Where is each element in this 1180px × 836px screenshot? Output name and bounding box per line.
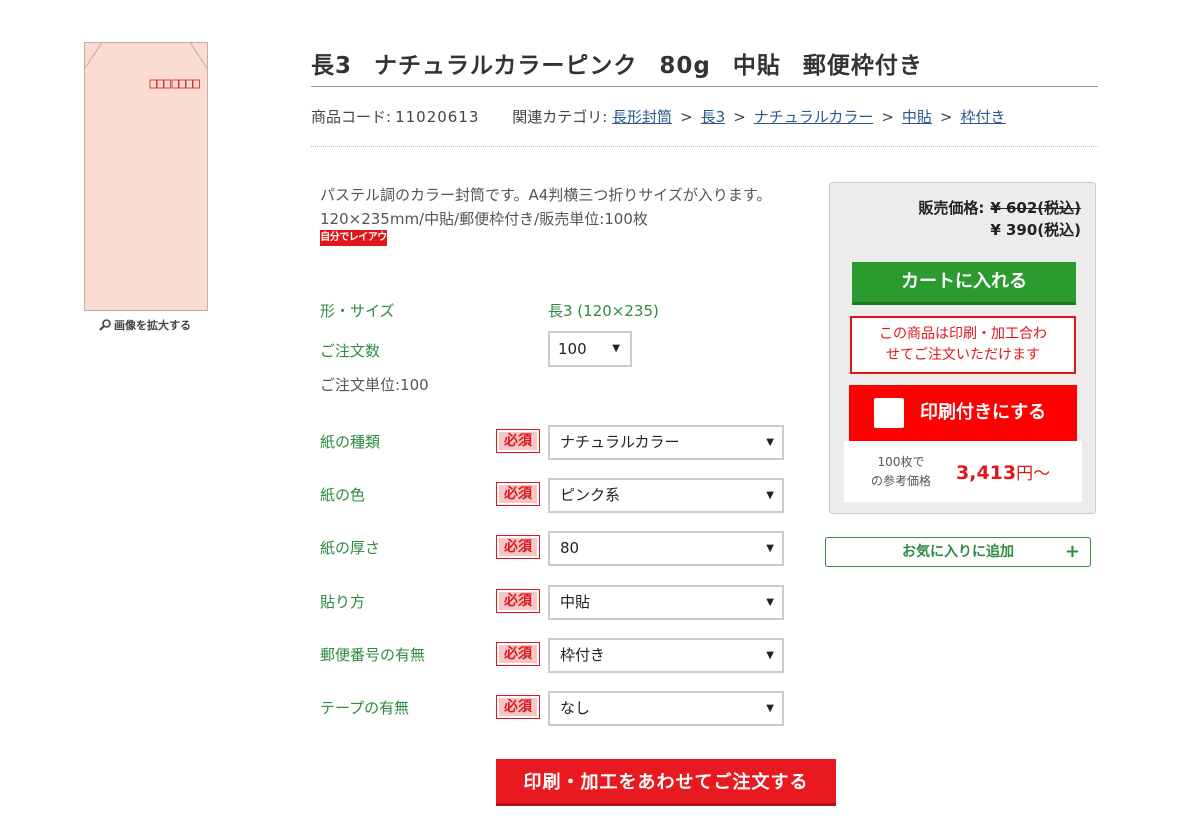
title-weight: 80g — [659, 53, 711, 79]
required-badge: 必須 — [496, 589, 540, 613]
category-link-envelope-long[interactable]: 長形封筒 — [612, 108, 672, 126]
product-meta: 商品コード: 11020613 関連カテゴリ: 長形封筒 > 長3 > ナチュラルカラー >… — [311, 106, 1006, 127]
print-option-toggle[interactable]: 印刷付きにする — [849, 385, 1077, 441]
magnifier-icon — [99, 319, 111, 331]
required-badge: 必須 — [496, 535, 540, 559]
paper-color-select[interactable]: ピンク系 ▼ — [548, 478, 784, 513]
description-line: パステル調のカラー封筒です。A4判横三つ折りサイズが入ります。 — [320, 186, 772, 204]
option-label-tape: テープの有無 — [320, 699, 410, 717]
original-price: ¥ 602(税込) — [990, 199, 1081, 217]
product-description: パステル調のカラー封筒です。A4判横三つ折りサイズが入ります。 120×235m… — [320, 183, 771, 231]
quantity-label: ご注文数 — [320, 342, 381, 360]
required-badge-text: 必須 — [499, 485, 537, 503]
title-frame: 郵便枠付き — [802, 53, 923, 79]
zoom-image-label: 画像を拡大する — [114, 319, 191, 332]
required-badge: 必須 — [496, 642, 540, 666]
plus-icon: + — [1064, 541, 1080, 562]
chevron-down-icon: ▼ — [766, 437, 774, 448]
favorites-label: お気に入りに追加 — [902, 544, 1014, 560]
breadcrumb-separator: > — [939, 108, 953, 126]
category-link-center-seal[interactable]: 中貼 — [902, 108, 932, 126]
size-value: 長3 (120×235) — [548, 302, 659, 320]
seal-type-value: 中貼 — [560, 593, 591, 611]
breadcrumb-separator: > — [733, 108, 746, 126]
seal-type-select[interactable]: 中貼 ▼ — [548, 585, 784, 620]
option-label-paper-thickness: 紙の厚さ — [320, 539, 381, 557]
order-unit-text: ご注文単位:100 — [320, 376, 429, 394]
print-option-label: 印刷付きにする — [920, 402, 1047, 423]
required-badge-text: 必須 — [499, 538, 537, 556]
chevron-down-icon: ▼ — [766, 703, 774, 714]
reference-price-box: 100枚で の参考価格 3,413円〜 — [844, 441, 1082, 502]
self-layout-badge: 自分でレイアウト — [320, 230, 387, 259]
quantity-select[interactable]: 100 ▼ — [548, 331, 632, 367]
title-seal: 中貼 — [732, 53, 781, 79]
description-spec-line: 120×235mm/中貼/郵便枠付き/販売単位:100枚 — [320, 210, 648, 228]
sale-price: ¥ 390(税込) — [990, 221, 1081, 239]
required-badge: 必須 — [496, 429, 540, 453]
required-badge: 必須 — [496, 482, 540, 506]
tape-value: なし — [560, 699, 591, 717]
option-label-seal-type: 貼り方 — [320, 593, 366, 611]
option-label-paper-color: 紙の色 — [320, 486, 366, 504]
add-to-favorites-button[interactable]: お気に入りに追加 + — [825, 537, 1091, 567]
product-code-value: 11020613 — [395, 108, 480, 126]
required-badge-text: 必須 — [499, 432, 537, 450]
product-image[interactable] — [84, 42, 208, 311]
category-label: 関連カテゴリ: — [512, 108, 608, 126]
required-badge: 必須 — [496, 695, 540, 719]
price-panel: 販売価格: ¥ 602(税込) ¥ 390(税込) カートに入れる この商品は印刷… — [829, 182, 1096, 514]
page-title: 長3 ナチュラルカラーピンク 80g 中貼 郵便枠付き — [311, 46, 1098, 87]
breadcrumb-separator: > — [881, 108, 894, 126]
category-link-framed[interactable]: 枠付き — [961, 108, 1006, 126]
paper-type-value: ナチュラルカラー — [560, 433, 680, 451]
print-notice: この商品は印刷・加工合わ せてご注文いただけます — [850, 316, 1076, 374]
category-link-long3[interactable]: 長3 — [701, 108, 726, 126]
category-link-natural-color[interactable]: ナチュラルカラー — [754, 108, 874, 126]
reference-price: 3,413円〜 — [956, 459, 1050, 484]
zoom-image-link[interactable]: 画像を拡大する — [99, 317, 191, 333]
breadcrumb: 長形封筒 > 長3 > ナチュラルカラー > 中貼 > 枠付き — [612, 108, 1005, 126]
price-label: 販売価格: — [918, 199, 985, 217]
reference-price-value: 3,413 — [956, 462, 1017, 484]
chevron-down-icon: ▼ — [766, 597, 774, 608]
original-price-line: 販売価格: ¥ 602(税込) — [918, 197, 1081, 218]
chevron-down-icon: ▼ — [766, 543, 774, 554]
option-label-paper-type: 紙の種類 — [320, 433, 381, 451]
title-size: 長3 — [311, 53, 353, 79]
tape-select[interactable]: なし ▼ — [548, 691, 784, 726]
add-to-cart-button[interactable]: カートに入れる — [852, 262, 1076, 305]
required-badge-text: 必須 — [499, 592, 537, 610]
chevron-down-icon: ▼ — [766, 650, 774, 661]
checkbox-icon[interactable] — [874, 398, 904, 428]
product-code-label: 商品コード: — [311, 108, 392, 126]
envelope-illustration — [84, 42, 208, 311]
paper-thickness-select[interactable]: 80 ▼ — [548, 531, 784, 566]
option-label-postal-frame: 郵便番号の有無 — [320, 646, 426, 664]
postal-frame-value: 枠付き — [560, 646, 606, 664]
paper-thickness-value: 80 — [560, 539, 580, 557]
required-badge-text: 必須 — [499, 698, 537, 716]
size-label: 形・サイズ — [320, 302, 395, 320]
chevron-down-icon: ▼ — [766, 490, 774, 501]
paper-color-value: ピンク系 — [560, 486, 621, 504]
quantity-value: 100 — [558, 340, 587, 358]
postal-frame-select[interactable]: 枠付き ▼ — [548, 638, 784, 673]
breadcrumb-separator: > — [680, 108, 693, 126]
title-name: ナチュラルカラーピンク — [374, 53, 638, 79]
divider — [311, 146, 1098, 147]
required-badge-text: 必須 — [499, 645, 537, 663]
reference-price-label: 100枚で の参考価格 — [870, 455, 931, 488]
order-with-print-button[interactable]: 印刷・加工をあわせてご注文する — [496, 759, 836, 806]
chevron-down-icon: ▼ — [612, 343, 620, 354]
paper-type-select[interactable]: ナチュラルカラー ▼ — [548, 425, 784, 460]
reference-price-suffix: 円〜 — [1016, 464, 1051, 484]
